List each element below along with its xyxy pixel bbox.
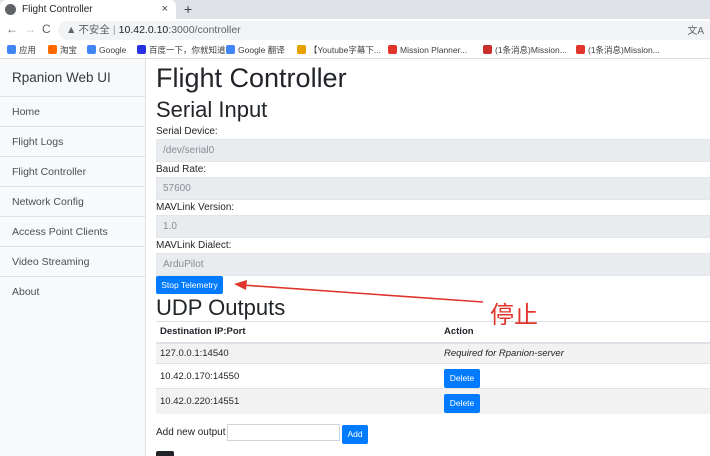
bookmark-mission-2[interactable]: (1条消息)Mission... <box>576 42 660 59</box>
translate-bookmark-icon <box>226 45 235 54</box>
bookmarks-bar: 应用 淘宝 Google 百度一下，你就知道 Google 翻译 【Youtub… <box>0 42 710 59</box>
bookmark-baidu[interactable]: 百度一下，你就知道 <box>137 42 226 59</box>
sidebar-item-home[interactable]: Home <box>0 96 146 126</box>
browser-tab[interactable]: Flight Controller × <box>0 0 176 19</box>
bookmark-mission-planner[interactable]: Mission Planner... <box>388 42 467 59</box>
annotation-text: 停止 <box>490 301 538 329</box>
google-icon <box>87 45 96 54</box>
sidebar: Rpanion Web UI Home Flight Logs Flight C… <box>0 59 146 456</box>
security-status[interactable]: 不安全 <box>78 24 110 36</box>
sidebar-item-video-streaming[interactable]: Video Streaming <box>0 246 146 276</box>
brand-title[interactable]: Rpanion Web UI <box>12 70 111 85</box>
bookmark-taobao[interactable]: 淘宝 <box>48 42 77 59</box>
csdn-icon <box>483 45 492 54</box>
bookmark-google[interactable]: Google <box>87 42 126 59</box>
new-tab-button[interactable]: + <box>184 0 192 18</box>
forward-icon[interactable]: → <box>24 22 36 36</box>
apps-grid-icon <box>7 45 16 54</box>
main-content: Flight Controller Serial Input Serial De… <box>156 59 710 456</box>
bookmark-mission-1[interactable]: (1条消息)Mission... <box>483 42 567 59</box>
url-host: 10.42.0.10 <box>118 24 169 36</box>
url-bar[interactable]: ▲ 不安全 | 10.42.0.10:3000/controller <box>58 21 710 40</box>
browser-tab-strip: Flight Controller × + <box>0 0 710 19</box>
csdn-icon <box>388 45 397 54</box>
bookmark-youtube-subs[interactable]: 【Youtube字幕下... <box>297 42 381 59</box>
annotation-arrow-icon <box>234 280 484 303</box>
warning-icon: ▲ <box>66 24 77 36</box>
globe-icon <box>5 4 16 15</box>
close-tab-icon[interactable]: × <box>162 0 168 19</box>
sidebar-item-flight-controller[interactable]: Flight Controller <box>0 156 146 186</box>
folder-icon <box>297 45 306 54</box>
sidebar-item-network-config[interactable]: Network Config <box>0 186 146 216</box>
baidu-icon <box>137 45 146 54</box>
sidebar-item-about[interactable]: About <box>0 276 146 306</box>
sidebar-item-access-point-clients[interactable]: Access Point Clients <box>0 216 146 246</box>
taobao-icon <box>48 45 57 54</box>
url-path: :3000/controller <box>168 24 241 36</box>
back-icon[interactable]: ← <box>6 22 18 36</box>
bookmark-apps[interactable]: 应用 <box>7 42 36 59</box>
address-toolbar: ← → C ▲ 不安全 | 10.42.0.10:3000/controller 文A <box>0 19 710 42</box>
sidebar-item-flight-logs[interactable]: Flight Logs <box>0 126 146 156</box>
translate-icon[interactable]: 文A <box>687 22 704 37</box>
tab-title: Flight Controller <box>22 4 93 15</box>
reload-icon[interactable]: C <box>42 22 51 36</box>
bookmark-google-translate[interactable]: Google 翻译 <box>226 42 285 59</box>
csdn-icon <box>576 45 585 54</box>
